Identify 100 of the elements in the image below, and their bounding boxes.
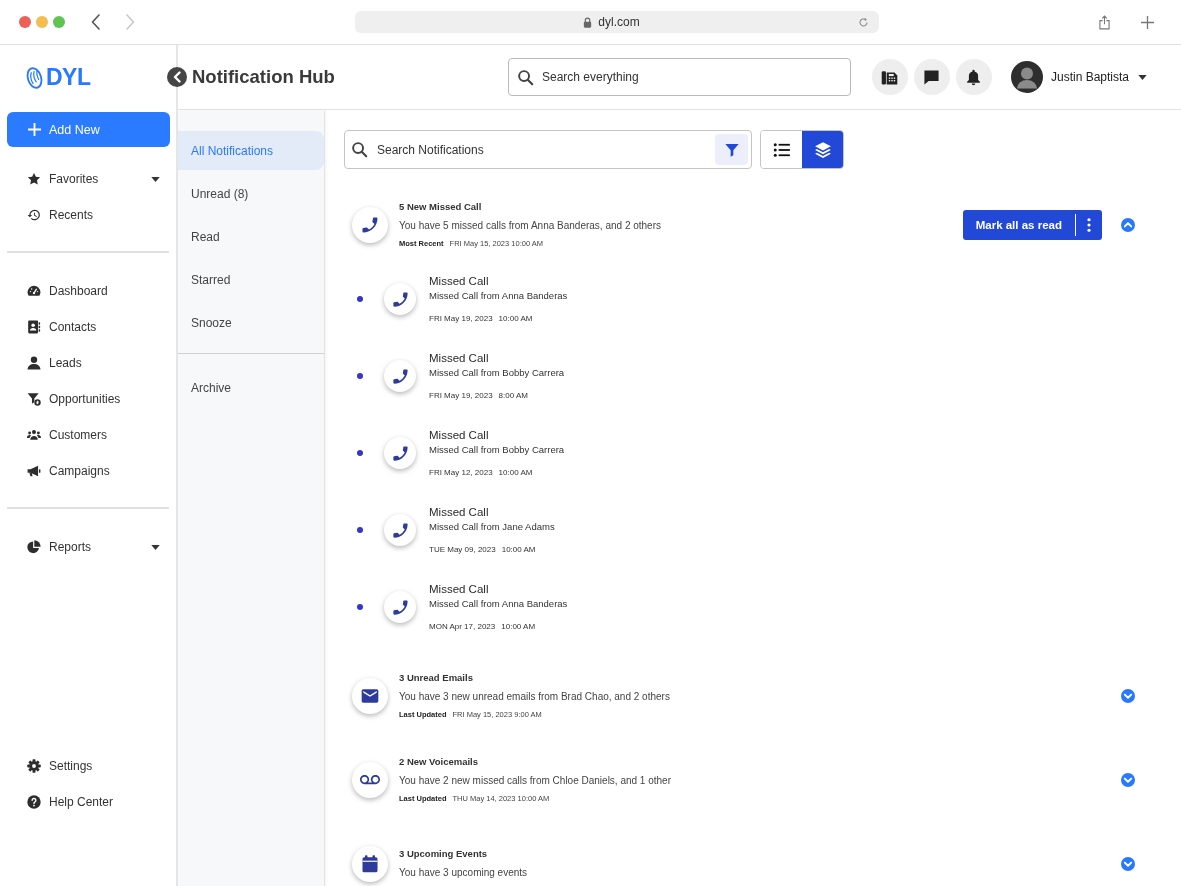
caret-down-icon [1138, 74, 1147, 80]
people-icon [27, 428, 41, 442]
time: 10:00 AM [498, 313, 533, 325]
date: FRI May 19, 2023 [429, 390, 493, 402]
filter-button[interactable] [715, 134, 748, 165]
time: 10:00 AM [501, 544, 536, 556]
group-title: 5 New Missed Call [399, 200, 483, 214]
person-icon [27, 356, 41, 370]
search-field[interactable]: Search Notifications [344, 130, 752, 169]
time: 10:00 AM [498, 467, 533, 479]
list-icon [772, 140, 791, 159]
user-avatar [1010, 61, 1043, 93]
page-title: Notification Hub [192, 66, 335, 88]
mark-all-read-button[interactable]: Mark all as read [962, 210, 1075, 240]
sidebar-item[interactable]: Customers [0, 417, 176, 453]
notification-text: Missed Call from Bobby Carrera [429, 443, 565, 457]
group-description: You have 2 new missed calls from Chloe Daniels, and 1 other [399, 774, 672, 788]
window-close-icon[interactable] [19, 16, 31, 28]
notification-title: Missed Call [429, 274, 490, 289]
user-menu[interactable]: Justin Baptista [1010, 61, 1147, 93]
notification-title: Missed Call [429, 505, 490, 520]
category-tab[interactable]: Read [178, 217, 324, 256]
sidebar-item[interactable]: Reports [0, 529, 176, 565]
notification-text: Missed Call from Jane Adams [429, 520, 555, 534]
sidebar-item[interactable]: Contacts [0, 309, 176, 345]
group-description: You have 3 upcoming events [399, 866, 529, 880]
category-tab[interactable]: Archive [178, 368, 324, 407]
search-icon [351, 141, 368, 158]
dialer-button[interactable] [871, 59, 908, 95]
messages-button[interactable] [913, 59, 950, 95]
sidebar-item[interactable]: Help Center [0, 784, 176, 820]
layers-icon [813, 140, 832, 159]
new-tab-icon[interactable] [1141, 15, 1154, 29]
notifications-button[interactable] [955, 59, 992, 95]
notification-text: Missed Call from Anna Banderas [429, 289, 568, 303]
group-description: You have 5 missed calls from Anna Banderas, and 2 others [399, 219, 662, 233]
desk-phone-icon [881, 68, 899, 86]
phone-icon [384, 437, 416, 469]
chevron-left-icon [173, 71, 181, 83]
chat-bubble-icon [923, 68, 941, 86]
back-button[interactable] [167, 67, 187, 87]
history-icon [27, 208, 41, 222]
megaphone-icon [27, 464, 41, 478]
add-new-button[interactable]: Add New [7, 112, 170, 147]
plus-icon [28, 123, 41, 136]
notification-text: Missed Call from Bobby Carrera [429, 366, 565, 380]
sidebar-item[interactable]: Dashboard [0, 273, 176, 309]
notification-text: Missed Call from Anna Banderas [429, 597, 568, 611]
star-icon [27, 172, 41, 186]
reload-icon[interactable] [858, 16, 869, 28]
time: 10:00 AM [501, 621, 536, 633]
group-description: You have 3 new unread emails from Brad Chao, and 2 others [399, 690, 671, 704]
sidebar-item[interactable]: Campaigns [0, 453, 176, 489]
date: FRI May 12, 2023 [429, 467, 493, 479]
gauge-icon [27, 284, 41, 298]
category-tab[interactable]: Starred [178, 260, 324, 299]
search-icon [516, 68, 534, 86]
time: 8:00 AM [498, 390, 528, 402]
bell-icon [965, 68, 983, 86]
address-bar[interactable]: dyl.com [355, 11, 879, 33]
chevron-down-icon[interactable] [1121, 773, 1135, 787]
phone-icon [384, 360, 416, 392]
chevron-up-icon[interactable] [1121, 218, 1135, 232]
category-tab[interactable]: Unread (8) [178, 174, 324, 213]
sidebar-item[interactable]: Opportunities [0, 381, 176, 417]
contact-card-icon [27, 320, 41, 334]
phone-icon [384, 591, 416, 623]
sidebar-item[interactable]: Leads [0, 345, 176, 381]
lock-icon [583, 16, 593, 28]
pie-chart-icon [27, 540, 41, 554]
date: MON Apr 17, 2023 [429, 621, 496, 633]
date: FRI May 19, 2023 [429, 313, 493, 325]
sidebar-item[interactable]: Recents [0, 197, 176, 233]
chevron-down-icon[interactable] [1121, 689, 1135, 703]
phone-icon [384, 283, 416, 315]
share-icon[interactable] [1099, 14, 1110, 30]
group-title: 3 Unread Emails [399, 671, 474, 685]
settings-icon [27, 759, 41, 773]
phone-icon [384, 514, 416, 546]
phone-icon [352, 207, 388, 243]
envelope-icon [352, 678, 388, 714]
notification-title: Missed Call [429, 351, 490, 366]
sidebar-item[interactable]: Favorites [0, 161, 176, 197]
filter-icon [723, 141, 740, 158]
group-title: 2 New Voicemails [399, 755, 480, 769]
view-toggle-button[interactable] [802, 131, 843, 168]
logo-text: DYL [46, 64, 91, 91]
notification-title: Missed Call [429, 582, 490, 597]
voicemail-icon [352, 762, 388, 798]
sidebar-item[interactable]: Settings [0, 748, 176, 784]
notification-title: Missed Call [429, 428, 490, 443]
date: TUE May 09, 2023 [429, 544, 496, 556]
category-tab[interactable]: Snooze [178, 303, 324, 342]
logo-icon [26, 64, 43, 91]
more-options-button[interactable] [1075, 210, 1102, 240]
chevron-down-icon[interactable] [1121, 857, 1135, 871]
group-title: 3 Upcoming Events [399, 847, 489, 861]
kebab-icon [1086, 218, 1091, 232]
calendar-icon [352, 846, 388, 882]
search-field[interactable]: Search everything [507, 58, 851, 96]
